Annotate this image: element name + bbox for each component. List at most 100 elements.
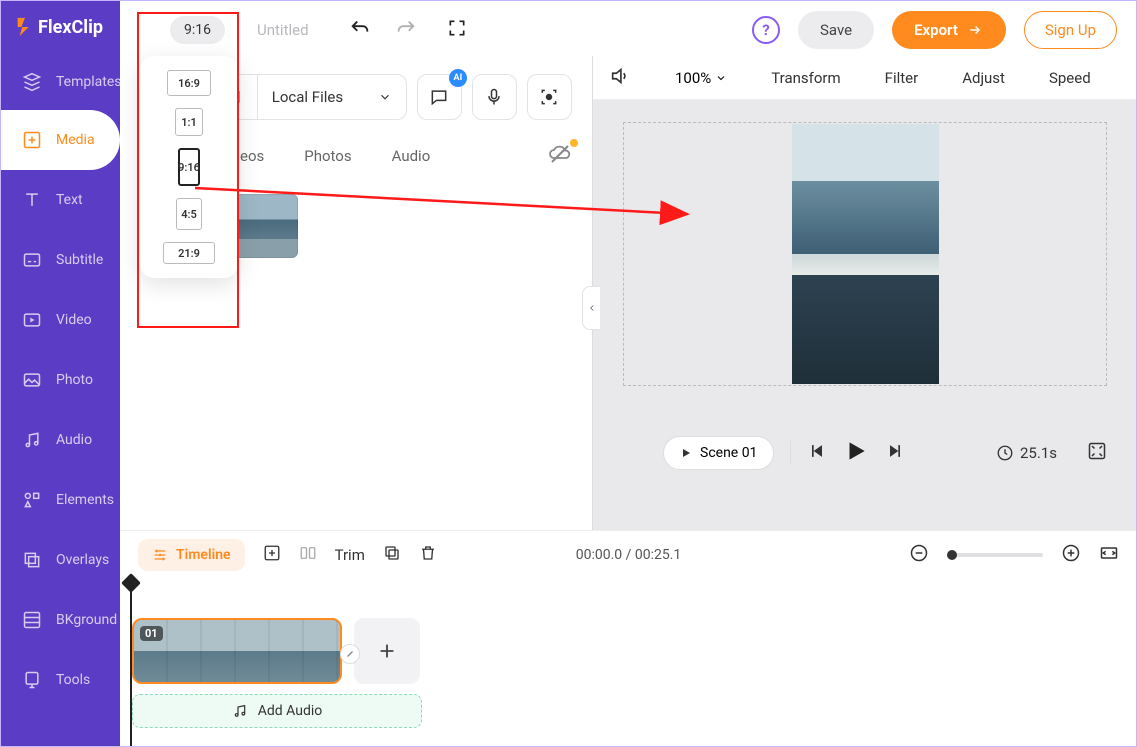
cloud-sync-button[interactable] <box>548 142 572 170</box>
video-icon <box>22 310 42 330</box>
music-icon <box>232 703 248 719</box>
project-title[interactable]: Untitled <box>257 21 309 39</box>
sidebar: FlexClip Templates Media Text Subtitle V… <box>0 0 120 747</box>
sidebar-item-video[interactable]: Video <box>0 290 120 350</box>
ratio-option-9-16[interactable]: 9:16 <box>150 148 228 186</box>
sidebar-item-audio[interactable]: Audio <box>0 410 120 470</box>
prev-scene-button[interactable] <box>807 441 827 465</box>
collapse-panel-button[interactable] <box>582 286 600 330</box>
bkground-icon <box>22 610 42 630</box>
text-icon <box>22 190 42 210</box>
nav-label: Photo <box>56 372 93 388</box>
add-audio-label: Add Audio <box>258 703 322 719</box>
fit-timeline-button[interactable] <box>1099 543 1119 567</box>
timeline-icon <box>152 547 168 563</box>
chevron-down-icon <box>715 72 727 84</box>
timeline-toggle[interactable]: Timeline <box>138 539 245 571</box>
record-screen-button[interactable] <box>527 74 572 120</box>
zoom-out-button[interactable] <box>909 543 929 567</box>
zoom-slider[interactable] <box>947 553 1043 557</box>
topbar: 9:16 Untitled ? Save Export Sign Up <box>120 0 1137 60</box>
sidebar-item-overlays[interactable]: Overlays <box>0 530 120 590</box>
fullscreen-button[interactable] <box>447 18 467 42</box>
ratio-option-1-1[interactable]: 1:1 <box>150 108 228 136</box>
nav-label: Tools <box>56 672 90 688</box>
sidebar-item-media[interactable]: Media <box>0 110 120 170</box>
tab-audio[interactable]: Audio <box>392 147 431 165</box>
sidebar-item-templates[interactable]: Templates <box>0 54 120 110</box>
audio-icon <box>22 430 42 450</box>
scene-selector[interactable]: Scene 01 <box>663 436 774 470</box>
help-button[interactable]: ? <box>752 16 780 44</box>
volume-button[interactable] <box>609 65 631 91</box>
sidebar-item-photo[interactable]: Photo <box>0 350 120 410</box>
timeline-track[interactable]: 01 Add Audio <box>120 578 1137 747</box>
split-button[interactable] <box>299 544 317 566</box>
signup-button[interactable]: Sign Up <box>1024 11 1117 49</box>
transform-button[interactable]: Transform <box>771 69 840 87</box>
preview-controls: Scene 01 25.1s <box>663 432 1107 474</box>
overlays-icon <box>22 550 42 570</box>
nav-label: Text <box>56 192 83 208</box>
adjust-button[interactable]: Adjust <box>962 69 1005 87</box>
sidebar-item-text[interactable]: Text <box>0 170 120 230</box>
source-label: Local Files <box>258 88 364 106</box>
export-button[interactable]: Export <box>892 11 1006 49</box>
nav-label: Subtitle <box>56 252 103 268</box>
ai-badge: AI <box>449 69 467 87</box>
speed-button[interactable]: Speed <box>1049 69 1091 87</box>
ratio-box: 21:9 <box>163 242 215 264</box>
sidebar-item-tools[interactable]: Tools <box>0 650 120 710</box>
sidebar-item-elements[interactable]: Elements <box>0 470 120 530</box>
scene-label: Scene 01 <box>700 445 757 461</box>
next-scene-button[interactable] <box>885 441 905 465</box>
zoom-selector[interactable]: 100% <box>675 69 727 87</box>
sidebar-item-subtitle[interactable]: Subtitle <box>0 230 120 290</box>
save-button[interactable]: Save <box>798 11 874 49</box>
play-button[interactable] <box>843 438 869 468</box>
ratio-box: 9:16 <box>178 148 200 186</box>
undo-button[interactable] <box>349 17 371 43</box>
duplicate-button[interactable] <box>383 544 401 566</box>
ratio-option-4-5[interactable]: 4:5 <box>150 198 228 230</box>
sidebar-item-bkground[interactable]: BKground <box>0 590 120 650</box>
logo-text: FlexClip <box>38 17 103 38</box>
add-clip-button[interactable] <box>354 618 420 684</box>
preview-toolbar: 100% Transform Filter Adjust Speed <box>593 56 1137 100</box>
video-frame[interactable] <box>792 124 939 384</box>
timeline-clip[interactable]: 01 <box>132 618 342 684</box>
tab-videos-partial[interactable]: eos <box>240 147 264 165</box>
timeline-time: 00:00.0 / 00:25.1 <box>576 547 682 563</box>
tools-icon <box>22 670 42 690</box>
ratio-box: 16:9 <box>167 70 211 96</box>
aspect-ratio-dropdown: 16:9 1:1 9:16 4:5 21:9 <box>140 56 238 278</box>
expand-preview-button[interactable] <box>1087 441 1107 465</box>
nav-label: Overlays <box>56 552 109 568</box>
record-audio-button[interactable] <box>472 74 517 120</box>
delete-tl-button[interactable] <box>419 544 437 566</box>
zoom-in-button[interactable] <box>1061 543 1081 567</box>
transition-button[interactable] <box>340 644 360 664</box>
nav-label: Templates <box>56 74 122 90</box>
chevron-down-icon <box>364 90 406 104</box>
duration-text: 25.1s <box>1020 444 1057 462</box>
logo: FlexClip <box>0 0 120 54</box>
preview-stage[interactable] <box>623 122 1107 386</box>
nav-label: Media <box>56 132 95 148</box>
subtitle-icon <box>22 250 42 270</box>
duration-display[interactable]: 25.1s <box>996 444 1057 462</box>
media-thumbnail[interactable] <box>234 194 298 258</box>
preview-panel: 100% Transform Filter Adjust Speed Scene… <box>592 56 1137 530</box>
aspect-ratio-selector[interactable]: 9:16 <box>170 16 225 44</box>
add-scene-button[interactable] <box>263 544 281 566</box>
photo-icon <box>22 370 42 390</box>
redo-button[interactable] <box>395 17 417 43</box>
chat-ai-button[interactable]: AI <box>417 74 462 120</box>
tab-photos[interactable]: Photos <box>304 147 351 165</box>
ratio-option-16-9[interactable]: 16:9 <box>150 70 228 96</box>
add-audio-button[interactable]: Add Audio <box>132 694 422 728</box>
filter-button[interactable]: Filter <box>885 69 919 87</box>
trim-button[interactable]: Trim <box>335 546 365 564</box>
ratio-option-21-9[interactable]: 21:9 <box>150 242 228 264</box>
timeline-label: Timeline <box>176 547 231 563</box>
